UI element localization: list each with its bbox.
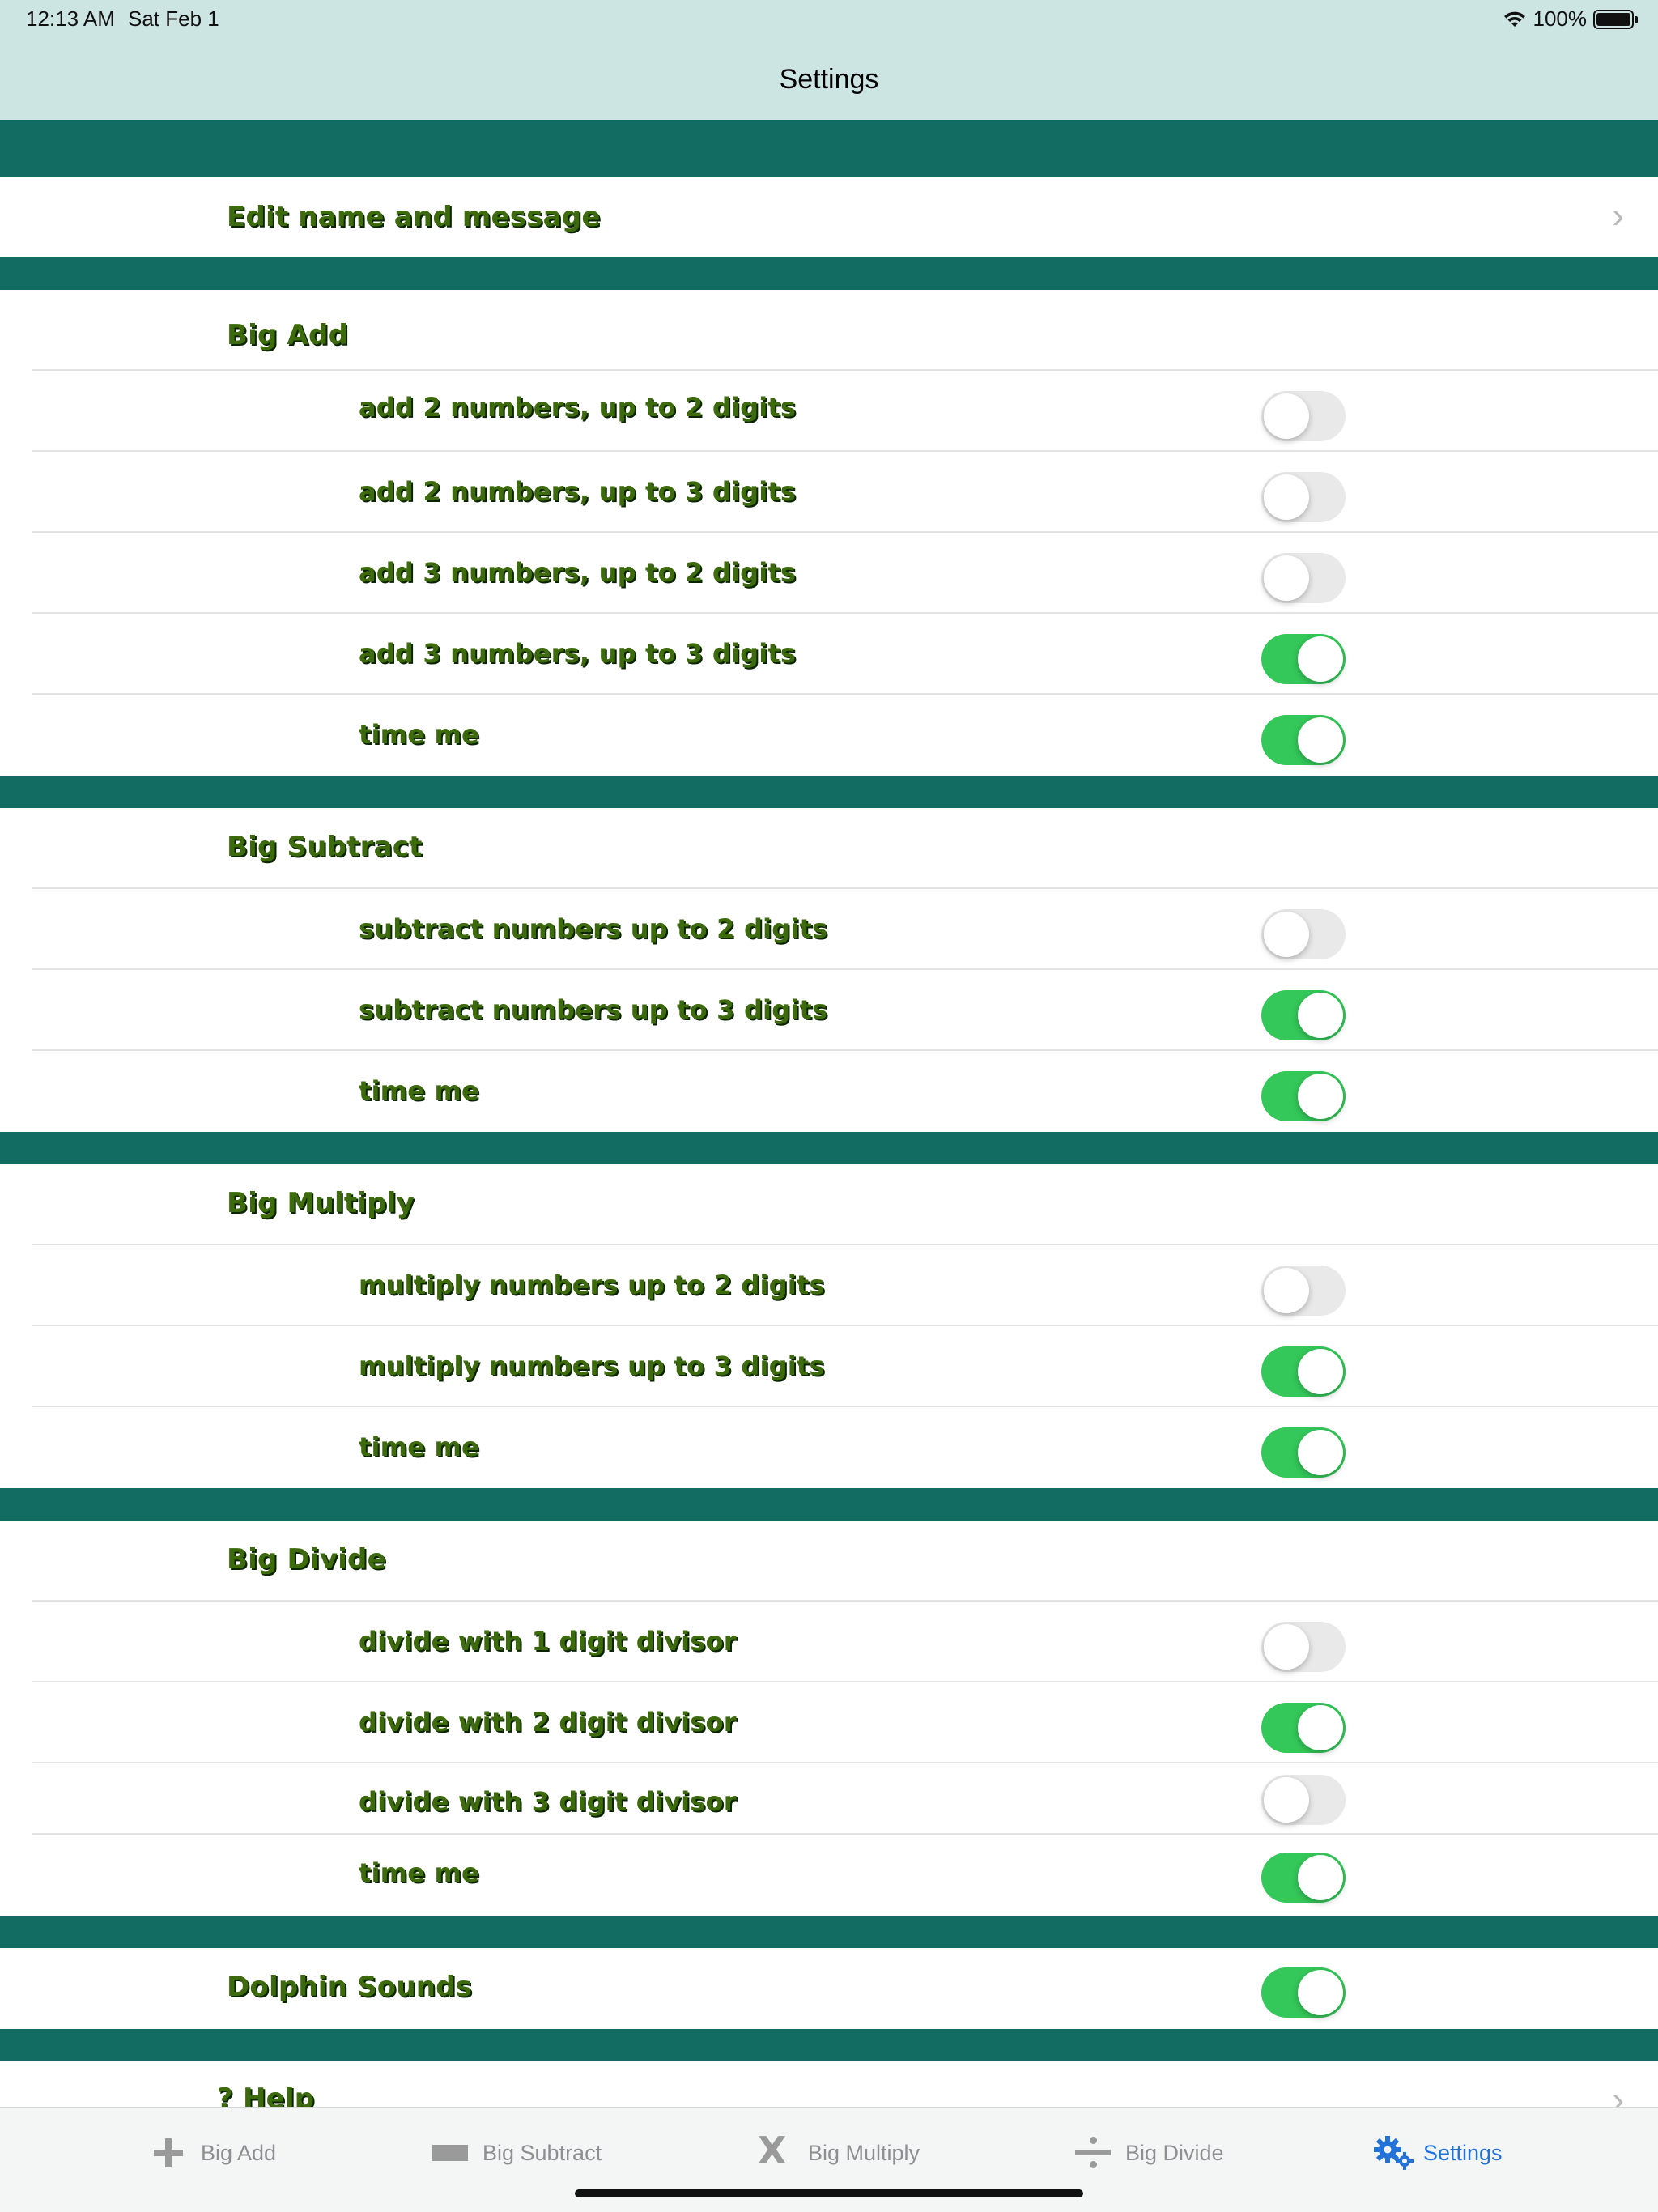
setting-row: divide with 3 digit divisor: [0, 1763, 1658, 1835]
dolphin-sounds-toggle[interactable]: [1261, 1967, 1346, 2018]
setting-row: add 3 numbers, up to 3 digits: [0, 614, 1658, 695]
toggle-switch[interactable]: [1261, 715, 1346, 765]
plus-icon: [151, 2135, 186, 2171]
toggle-switch[interactable]: [1261, 1266, 1346, 1316]
setting-label: add 2 numbers, up to 2 digits: [359, 392, 797, 423]
setting-row: add 2 numbers, up to 3 digits: [0, 452, 1658, 533]
setting-row: divide with 1 digit divisor: [0, 1602, 1658, 1682]
section-title: Big Add: [227, 319, 349, 351]
setting-row: time me: [0, 1835, 1658, 1916]
battery-icon: [1593, 9, 1638, 29]
tab-big-multiply[interactable]: X Big Multiply: [758, 2129, 920, 2173]
section-header-big-add: Big Add: [0, 290, 1658, 371]
toggle-switch[interactable]: [1261, 1346, 1346, 1397]
setting-label: add 2 numbers, up to 3 digits: [359, 476, 797, 507]
setting-row: multiply numbers up to 2 digits: [0, 1245, 1658, 1326]
setting-row: subtract numbers up to 2 digits: [0, 889, 1658, 970]
setting-label: time me: [359, 1075, 479, 1106]
page-title: Settings: [779, 64, 879, 95]
section-separator: [0, 1132, 1658, 1164]
dolphin-sounds-row: Dolphin Sounds: [0, 1948, 1658, 2029]
setting-row: add 3 numbers, up to 2 digits: [0, 533, 1658, 614]
setting-row: add 2 numbers, up to 2 digits: [0, 371, 1658, 452]
toggle-switch[interactable]: [1261, 909, 1346, 959]
toggle-switch[interactable]: [1261, 990, 1346, 1040]
section-separator: [0, 1916, 1658, 1948]
status-time: 12:13 AM: [26, 6, 115, 31]
setting-label: divide with 2 digit divisor: [359, 1707, 737, 1738]
section-title: Big Multiply: [227, 1187, 414, 1219]
toggle-switch[interactable]: [1261, 1427, 1346, 1478]
multiply-icon: X: [758, 2129, 787, 2172]
setting-row: subtract numbers up to 3 digits: [0, 970, 1658, 1051]
toggle-switch[interactable]: [1261, 634, 1346, 684]
settings-list: Edit name and message › Big Add add 2 nu…: [0, 120, 1658, 2142]
setting-label: time me: [359, 719, 479, 750]
status-right: 100%: [1503, 6, 1638, 32]
toggle-switch[interactable]: [1261, 1853, 1346, 1903]
setting-label: time me: [359, 1857, 479, 1888]
section-separator: [0, 120, 1658, 177]
minus-icon: [432, 2135, 468, 2171]
setting-label: multiply numbers up to 2 digits: [359, 1270, 825, 1300]
setting-label: time me: [359, 1431, 479, 1462]
setting-row: time me: [0, 695, 1658, 776]
battery-percent: 100%: [1533, 6, 1588, 31]
edit-name-message-label: Edit name and message: [227, 201, 601, 233]
toggle-switch[interactable]: [1261, 1775, 1346, 1825]
section-separator: [0, 1488, 1658, 1521]
tab-label: Settings: [1423, 2140, 1503, 2165]
toggle-switch[interactable]: [1261, 472, 1346, 522]
divide-icon: [1075, 2135, 1111, 2171]
section-header-big-multiply: Big Multiply: [0, 1164, 1658, 1245]
toggle-switch[interactable]: [1261, 391, 1346, 441]
wifi-icon: [1503, 11, 1525, 27]
tab-label: Big Multiply: [808, 2140, 920, 2165]
section-header-big-divide: Big Divide: [0, 1521, 1658, 1602]
section-title: Big Subtract: [227, 831, 423, 863]
toggle-switch[interactable]: [1261, 1622, 1346, 1672]
chevron-right-icon: ›: [1612, 196, 1624, 236]
tab-big-divide[interactable]: Big Divide: [1075, 2133, 1224, 2173]
gears-icon: [1373, 2135, 1414, 2171]
setting-row: time me: [0, 1051, 1658, 1132]
setting-label: subtract numbers up to 2 digits: [359, 913, 828, 944]
edit-name-message-row[interactable]: Edit name and message ›: [0, 177, 1658, 257]
tab-label: Big Subtract: [483, 2140, 602, 2165]
status-bar: 12:13 AM Sat Feb 1 100%: [0, 0, 1658, 37]
tab-label: Big Divide: [1125, 2140, 1224, 2165]
tab-settings[interactable]: Settings: [1373, 2133, 1503, 2173]
dolphin-sounds-label: Dolphin Sounds: [227, 1971, 473, 2003]
setting-label: add 3 numbers, up to 3 digits: [359, 638, 797, 669]
section-separator: [0, 257, 1658, 290]
setting-row: time me: [0, 1407, 1658, 1488]
setting-label: divide with 1 digit divisor: [359, 1626, 737, 1657]
tab-big-subtract[interactable]: Big Subtract: [432, 2133, 602, 2173]
home-indicator: [575, 2189, 1083, 2197]
toggle-switch[interactable]: [1261, 1071, 1346, 1121]
navigation-bar: Settings: [0, 37, 1658, 120]
toggle-switch[interactable]: [1261, 553, 1346, 603]
setting-label: multiply numbers up to 3 digits: [359, 1351, 825, 1381]
tab-big-add[interactable]: Big Add: [151, 2133, 276, 2173]
section-separator: [0, 776, 1658, 808]
setting-row: divide with 2 digit divisor: [0, 1682, 1658, 1763]
setting-row: multiply numbers up to 3 digits: [0, 1326, 1658, 1407]
tab-label: Big Add: [201, 2140, 277, 2165]
status-date: Sat Feb 1: [128, 6, 219, 31]
section-separator: [0, 2029, 1658, 2061]
toggle-switch[interactable]: [1261, 1703, 1346, 1753]
section-header-big-subtract: Big Subtract: [0, 808, 1658, 889]
setting-label: add 3 numbers, up to 2 digits: [359, 557, 797, 588]
section-title: Big Divide: [227, 1543, 386, 1576]
setting-label: subtract numbers up to 3 digits: [359, 994, 828, 1025]
setting-label: divide with 3 digit divisor: [359, 1786, 737, 1817]
